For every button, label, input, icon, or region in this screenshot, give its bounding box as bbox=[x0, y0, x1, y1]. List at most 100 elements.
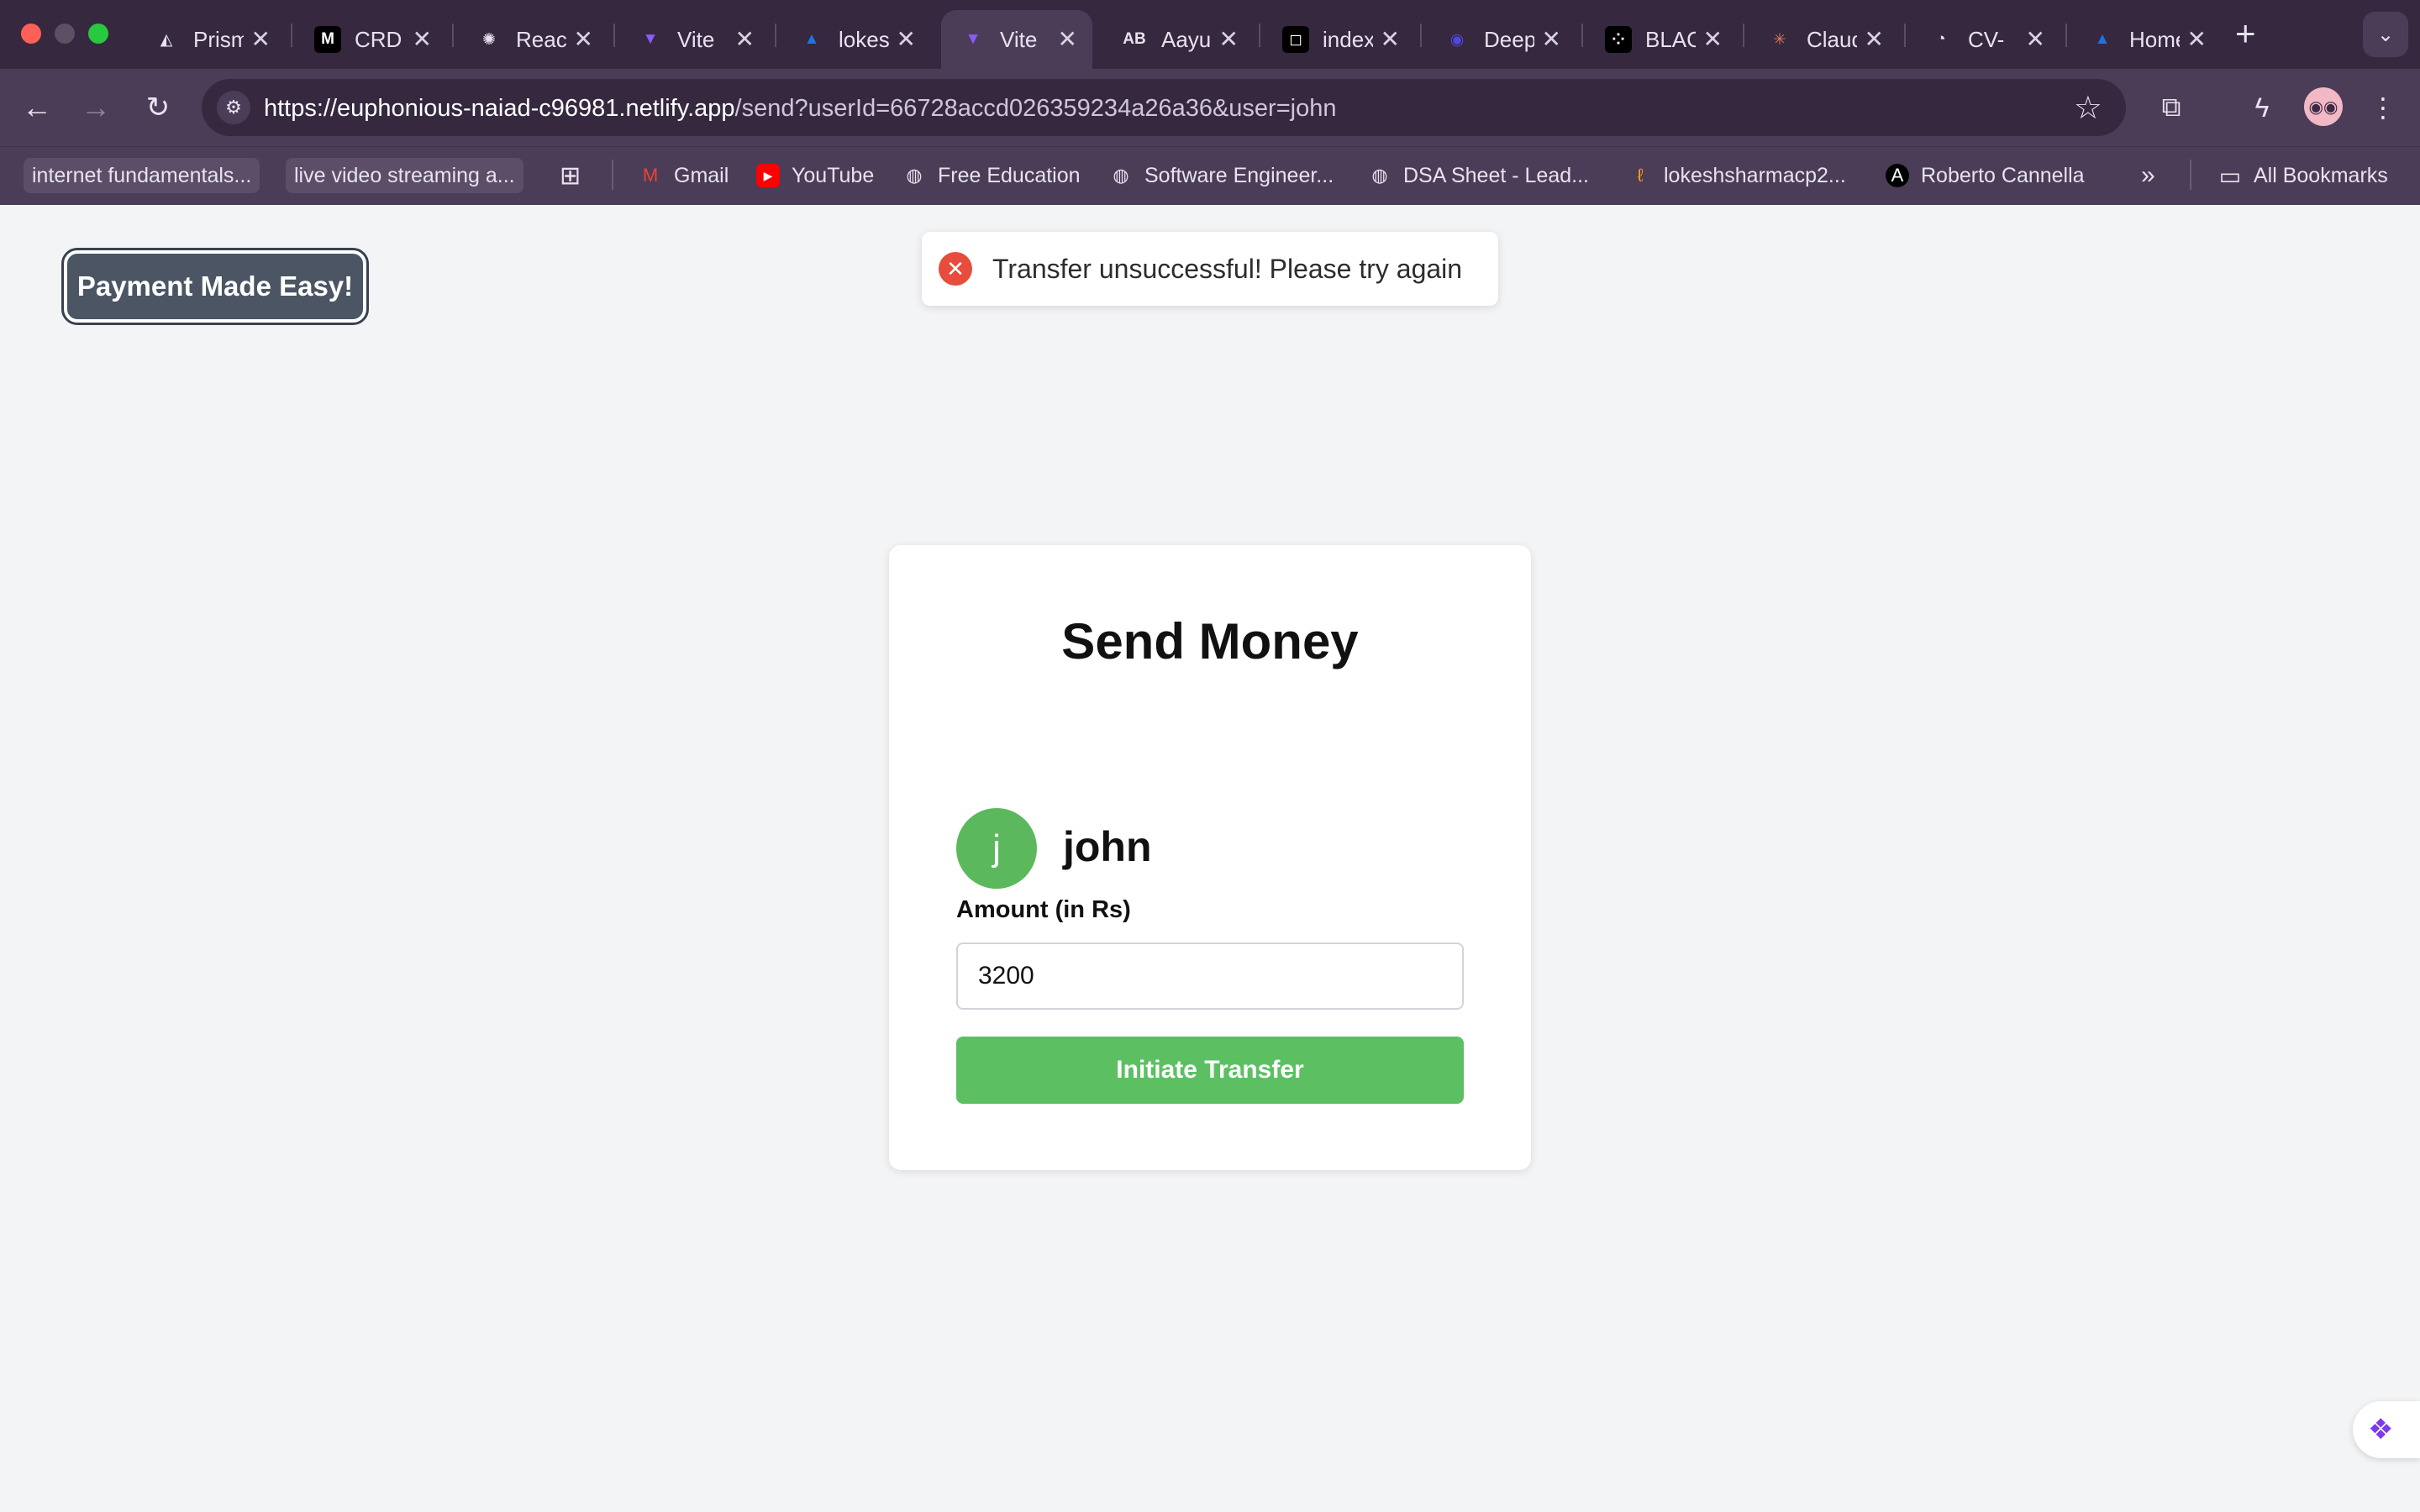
tab-separator bbox=[775, 24, 776, 47]
apps-grid-icon[interactable]: ⊞ bbox=[560, 158, 581, 193]
bookmark-label: internet fundamentals... bbox=[32, 163, 252, 187]
bookmark-item[interactable]: ▶ YouTube bbox=[756, 158, 874, 193]
tab-separator bbox=[1743, 24, 1744, 47]
browser-tab[interactable]: ◔ CV- ✕ bbox=[1909, 10, 2060, 69]
brand-button[interactable]: Payment Made Easy! bbox=[61, 248, 369, 325]
tab-title: Vite bbox=[1000, 26, 1038, 52]
browser-tab[interactable]: ▼ Vite ✕ bbox=[618, 10, 770, 69]
browser-tab[interactable]: ✳ Claude ✕ bbox=[1748, 10, 1899, 69]
close-tab-icon[interactable]: ✕ bbox=[1542, 27, 1561, 52]
browser-tab[interactable]: AB Aayush ✕ bbox=[1102, 10, 1254, 69]
back-button[interactable]: ← bbox=[17, 87, 57, 128]
browser-tab[interactable]: ▲ lokesh ✕ bbox=[780, 10, 931, 69]
black-icon: ⁘ bbox=[1605, 26, 1632, 53]
tab-title: lokesh bbox=[839, 26, 889, 52]
initiate-transfer-button[interactable]: Initiate Transfer bbox=[956, 1037, 1464, 1104]
address-bar[interactable]: ⚙ https://euphonious-naiad-c96981.netlif… bbox=[202, 79, 2126, 136]
url-text[interactable]: https://euphonious-naiad-c96981.netlify.… bbox=[264, 95, 1336, 123]
performance-icon[interactable]: ϟ bbox=[2244, 89, 2281, 126]
browser-tab[interactable]: ◭ Prism ✕ bbox=[134, 10, 286, 69]
bookmark-item[interactable]: M Gmail bbox=[639, 158, 729, 193]
bookmark-label: Free Education bbox=[938, 163, 1081, 187]
bookmark-label: Roberto Cannella bbox=[1921, 163, 2085, 187]
tab-separator bbox=[452, 24, 454, 47]
close-tab-icon[interactable]: ✕ bbox=[1058, 27, 1077, 52]
all-bookmarks-button[interactable]: ▭ All Bookmarks bbox=[2218, 158, 2388, 193]
bookmark-label: DSA Sheet - Lead... bbox=[1403, 163, 1589, 187]
tab-title: React bbox=[516, 26, 566, 52]
youtube-icon: ▶ bbox=[756, 164, 780, 187]
close-tab-icon[interactable]: ✕ bbox=[2026, 27, 2045, 52]
tab-separator bbox=[2065, 24, 2067, 47]
close-tab-icon[interactable]: ✕ bbox=[1381, 27, 1400, 52]
url-host: https://euphonious-naiad-c96981.netlify.… bbox=[264, 95, 735, 122]
tab-strip: ◭Prism✕MCRD✕✺React✕▼Vite✕▲lokesh✕▼Vite✕A… bbox=[0, 0, 2420, 69]
close-tab-icon[interactable]: ✕ bbox=[1703, 27, 1723, 52]
site-info-icon[interactable]: ⚙ bbox=[217, 91, 250, 124]
tab-separator bbox=[613, 24, 615, 47]
medium-icon: M bbox=[314, 26, 341, 53]
bookmark-item[interactable]: internet fundamentals... bbox=[24, 158, 260, 193]
new-tab-button[interactable]: + bbox=[2235, 15, 2256, 52]
leetcode-icon: ℓ bbox=[1637, 165, 1644, 186]
browser-tab[interactable]: ▼ Vite ✕ bbox=[941, 10, 1092, 69]
reload-button[interactable]: ↻ bbox=[138, 87, 178, 128]
recipient-avatar: j bbox=[956, 808, 1037, 889]
close-tab-icon[interactable]: ✕ bbox=[735, 27, 755, 52]
error-toast: ✕ Transfer unsuccessful! Please try agai… bbox=[922, 232, 1498, 306]
browser-tab[interactable]: ◉ Deep ✕ bbox=[1425, 10, 1576, 69]
brain-extension-icon[interactable]: ❖ bbox=[2353, 1401, 2420, 1458]
maximize-window-button[interactable] bbox=[88, 24, 108, 44]
tab-title: Claude bbox=[1807, 26, 1857, 52]
browser-tab[interactable]: ⁘ BLACK ✕ bbox=[1586, 10, 1738, 69]
browser-tab[interactable]: ▲ Home ✕ bbox=[2070, 10, 2222, 69]
deep-icon: ◉ bbox=[1449, 30, 1465, 49]
browser-toolbar: ← → ↻ ⚙ https://euphonious-naiad-c96981.… bbox=[0, 69, 2420, 146]
bookmark-item[interactable]: A Roberto Cannella bbox=[1886, 158, 2085, 193]
close-tab-icon[interactable]: ✕ bbox=[1865, 27, 1884, 52]
vite-icon: ▼ bbox=[965, 30, 981, 48]
bookmark-item[interactable]: ◍ DSA Sheet - Lead... bbox=[1368, 158, 1589, 193]
more-bookmarks-icon[interactable]: » bbox=[2141, 158, 2155, 193]
bookmark-item[interactable]: ◍ Software Engineer... bbox=[1109, 158, 1334, 193]
openai-icon: ✺ bbox=[482, 30, 496, 49]
a-logo-icon: A bbox=[1886, 164, 1909, 187]
close-tab-icon[interactable]: ✕ bbox=[2187, 27, 2207, 52]
browser-tab[interactable]: M CRD ✕ bbox=[296, 10, 447, 69]
profile-avatar[interactable]: ◉◉ bbox=[2304, 87, 2343, 126]
tab-title: CV- bbox=[1968, 26, 2005, 52]
minimize-window-button[interactable] bbox=[55, 24, 75, 44]
bookmark-item[interactable]: ◍ Free Education bbox=[902, 158, 1081, 193]
tab-title: Aayush bbox=[1161, 26, 1212, 52]
globe-icon: ◍ bbox=[906, 165, 923, 186]
vite-icon: ▼ bbox=[642, 30, 659, 48]
browser-tab[interactable]: ✺ React ✕ bbox=[457, 10, 608, 69]
forward-button[interactable]: → bbox=[76, 87, 116, 128]
ab-logo-icon: AB bbox=[1123, 30, 1146, 48]
bookmark-label: lokeshsharmacp2... bbox=[1664, 163, 1846, 187]
close-tab-icon[interactable]: ✕ bbox=[897, 27, 916, 52]
browser-tab[interactable]: ◻ index ✕ bbox=[1264, 10, 1415, 69]
bookmark-item[interactable]: live video streaming a... bbox=[286, 158, 523, 193]
all-bookmarks-label: All Bookmarks bbox=[2254, 163, 2388, 187]
gmail-icon: M bbox=[642, 165, 659, 186]
close-tab-icon[interactable]: ✕ bbox=[413, 27, 432, 52]
amount-input[interactable] bbox=[956, 942, 1464, 1010]
close-tab-icon[interactable]: ✕ bbox=[1219, 27, 1239, 52]
extensions-icon[interactable]: ⧉ bbox=[2153, 89, 2190, 126]
bookmark-item[interactable]: ℓ lokeshsharmacp2... bbox=[1628, 158, 1846, 193]
drive-icon: ▲ bbox=[2094, 30, 2111, 48]
claude-icon: ✳ bbox=[1773, 30, 1786, 49]
tab-title: Vite bbox=[677, 26, 715, 52]
tab-title: Home bbox=[2129, 26, 2180, 52]
close-window-button[interactable] bbox=[21, 24, 41, 44]
error-icon: ✕ bbox=[939, 252, 972, 286]
browser-menu-icon[interactable]: ⋮ bbox=[2365, 89, 2402, 126]
folder-icon: ▭ bbox=[2218, 162, 2242, 189]
close-tab-icon[interactable]: ✕ bbox=[574, 27, 593, 52]
tab-search-button[interactable]: ⌄ bbox=[2363, 12, 2408, 57]
bookmark-star-icon[interactable]: ☆ bbox=[2074, 89, 2102, 127]
tab-title: Deep bbox=[1484, 26, 1534, 52]
close-tab-icon[interactable]: ✕ bbox=[251, 27, 271, 52]
tab-title: index bbox=[1323, 26, 1373, 52]
